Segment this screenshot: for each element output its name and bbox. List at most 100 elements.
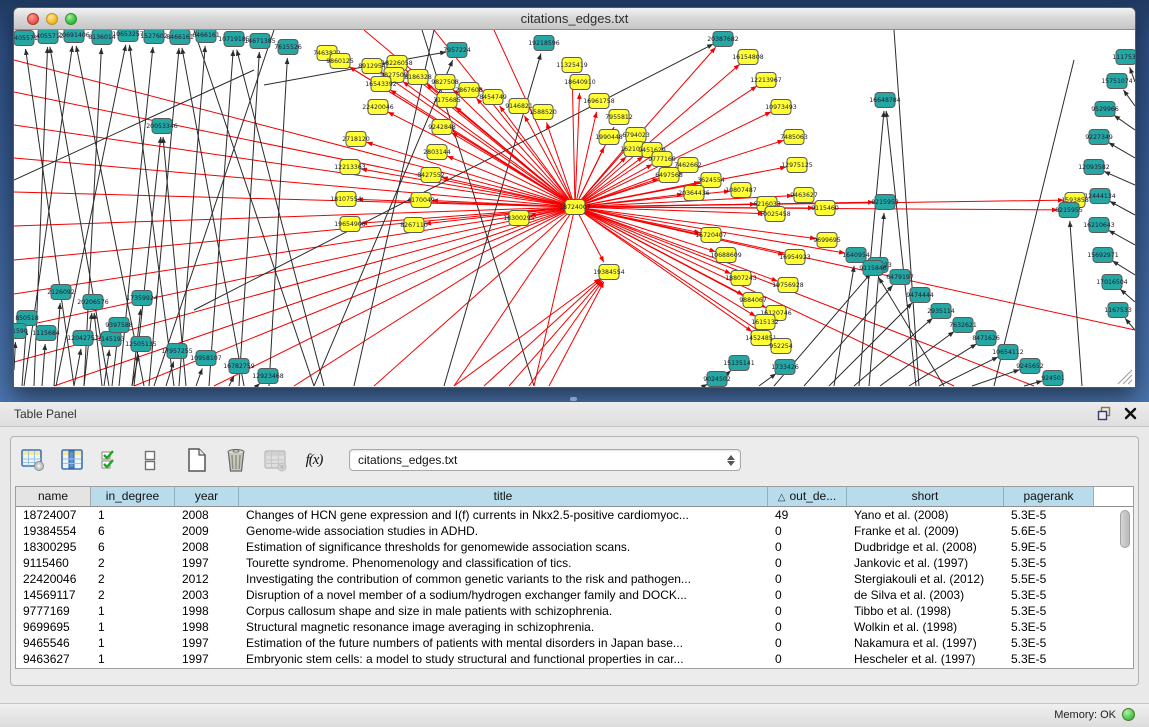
graph-node[interactable]: 9860125 [326, 54, 354, 69]
graph-node[interactable]: 16210643 [1083, 218, 1115, 233]
graph-node[interactable]: 8267110 [400, 218, 428, 233]
stacked-rows-icon[interactable] [136, 446, 164, 474]
graph-node[interactable]: 6466161 [192, 30, 220, 43]
graph-node[interactable]: 7955812 [605, 110, 633, 125]
graph-node[interactable]: 2126092 [47, 285, 75, 300]
memory-ok-icon[interactable] [1122, 708, 1135, 721]
graph-node[interactable]: 924501 [1041, 371, 1065, 386]
graph-node[interactable]: 12923468 [252, 369, 284, 384]
node-table[interactable]: namein_degreeyeartitle△out_de...shortpag… [15, 486, 1134, 669]
graph-node[interactable]: 9115460 [811, 201, 839, 216]
graph-node[interactable]: 10807487 [725, 183, 757, 198]
graph-node[interactable]: 8471626 [972, 331, 1000, 346]
splitter-handle-icon[interactable] [570, 397, 577, 401]
graph-node[interactable]: 9884067 [739, 293, 767, 308]
graph-node[interactable]: 7957224 [443, 43, 471, 58]
graph-node[interactable]: 3175685 [433, 93, 461, 108]
graph-node[interactable]: 12444134 [1084, 189, 1116, 204]
column-header-in-degree[interactable]: in_degree [91, 487, 175, 506]
graph-node[interactable]: 11325419 [556, 58, 588, 73]
graph-node[interactable]: 19756928 [772, 278, 804, 293]
table-row[interactable]: 1938455462009Genome-wide association stu… [16, 523, 1133, 539]
checklist-icon[interactable] [97, 446, 125, 474]
graph-node[interactable]: 1117534 [1112, 50, 1135, 65]
graph-node[interactable]: 17016504 [1096, 275, 1128, 290]
graph-node[interactable]: 9397588 [105, 318, 133, 333]
graph-node[interactable]: 2935114 [927, 304, 955, 319]
graph-node[interactable]: 16154808 [732, 50, 764, 65]
column-header-out-de-[interactable]: △out_de... [768, 487, 847, 506]
table-row[interactable]: 2242004622012Investigating the contribut… [16, 571, 1133, 587]
table-scrollbar[interactable] [1119, 509, 1131, 667]
column-header-title[interactable]: title [239, 487, 768, 506]
float-panel-icon[interactable] [1097, 406, 1112, 421]
table-row[interactable]: 1872400712008Changes of HCN gene express… [16, 507, 1133, 523]
graph-node[interactable]: 9777169 [648, 152, 676, 167]
graph-node[interactable]: 1145193 [97, 332, 125, 347]
graph-node[interactable]: 16648784 [869, 93, 901, 108]
graph-node[interactable]: 7615526 [274, 40, 302, 55]
graph-node[interactable]: 16782759 [223, 359, 255, 374]
graph-node[interactable]: 8466161 [166, 30, 194, 45]
table-options-icon[interactable] [19, 446, 47, 474]
table-row[interactable]: 946554611997Estimation of the future num… [16, 635, 1133, 651]
graph-node[interactable]: 9115846 [859, 261, 887, 276]
graph-node[interactable]: 1588520 [529, 105, 557, 120]
graph-node[interactable]: 7462662 [674, 158, 702, 173]
graph-node[interactable]: 20206576 [77, 295, 109, 310]
graph-node[interactable]: 7485063 [780, 130, 808, 145]
graph-node[interactable]: 9242848 [428, 120, 456, 135]
column-highlight-icon[interactable] [58, 446, 86, 474]
graph-node[interactable]: 6794023 [622, 128, 650, 143]
graph-node[interactable]: 8186328 [404, 70, 432, 85]
table-row[interactable]: 911546021997Tourette syndrome. Phenomeno… [16, 555, 1133, 571]
graph-node[interactable]: 6479197 [886, 270, 914, 285]
graph-node[interactable]: 4170049 [407, 193, 435, 208]
graph-node[interactable]: 9529966 [1091, 102, 1119, 117]
graph-node[interactable]: 9245652 [1016, 359, 1044, 374]
graph-node[interactable]: 12213967 [750, 73, 782, 88]
scrollbar-thumb[interactable] [1120, 510, 1130, 548]
column-header-name[interactable]: name [16, 487, 91, 506]
close-panel-icon[interactable] [1124, 407, 1137, 420]
table-row[interactable]: 1830029562008Estimation of significance … [16, 539, 1133, 555]
graph-node[interactable]: 8215953 [871, 195, 899, 210]
graph-node[interactable]: 20691406 [58, 30, 90, 43]
graph-node[interactable]: 1733426 [771, 360, 799, 375]
graph-node[interactable]: 12042757 [67, 331, 99, 346]
graph-node[interactable]: 9699695 [813, 233, 841, 248]
graph-node[interactable]: 8427552 [417, 168, 445, 183]
citation-network-graph[interactable]: 1872400718300295193845547463822986012589… [14, 30, 1135, 387]
graph-node[interactable]: 1167533 [1104, 303, 1132, 318]
graph-node[interactable]: 19218596 [528, 36, 560, 51]
network-canvas[interactable]: 1872400718300295193845547463822986012589… [14, 30, 1135, 387]
graph-node[interactable]: 15135141 [723, 356, 755, 371]
table-row[interactable]: 969969511998Structural magnetic resonanc… [16, 619, 1133, 635]
table-row[interactable]: 946362711997Embryonic stem cells: a mode… [16, 651, 1133, 667]
graph-node[interactable]: 952254 [769, 339, 793, 354]
trash-icon[interactable] [222, 446, 250, 474]
graph-node[interactable]: 15692971 [1087, 248, 1119, 263]
graph-node[interactable]: 12975125 [781, 158, 813, 173]
graph-node[interactable]: 1115684 [32, 326, 60, 341]
column-header-short[interactable]: short [847, 487, 1004, 506]
graph-node[interactable]: 10688609 [710, 248, 742, 263]
column-header-pagerank[interactable]: pagerank [1004, 487, 1094, 506]
graph-node[interactable]: 7632621 [949, 318, 977, 333]
column-header-year[interactable]: year [175, 487, 239, 506]
network-view-window[interactable]: citations_edges.txt 18724007183002951938… [13, 7, 1136, 388]
table-selector-dropdown[interactable]: citations_edges.txt [349, 449, 741, 471]
graph-node[interactable]: 1527602 [140, 30, 168, 44]
graph-node[interactable]: 15751074 [1101, 74, 1133, 89]
graph-node[interactable]: 8215955 [1055, 203, 1083, 218]
graph-node[interactable]: 18300295 [503, 211, 535, 226]
graph-node[interactable]: 9227349 [1085, 130, 1113, 145]
graph-node[interactable]: 16954923 [779, 250, 811, 265]
function-icon[interactable]: f(x) [300, 446, 328, 474]
graph-node[interactable]: 9024502 [703, 372, 731, 387]
graph-node[interactable]: 9463627 [790, 188, 818, 203]
table-row[interactable]: 1456911722003Disruption of a novel membe… [16, 587, 1133, 603]
graph-node[interactable]: 10653257 [112, 30, 144, 42]
graph-node[interactable]: 391590 [14, 324, 28, 339]
graph-node[interactable]: 18640910 [564, 75, 596, 90]
